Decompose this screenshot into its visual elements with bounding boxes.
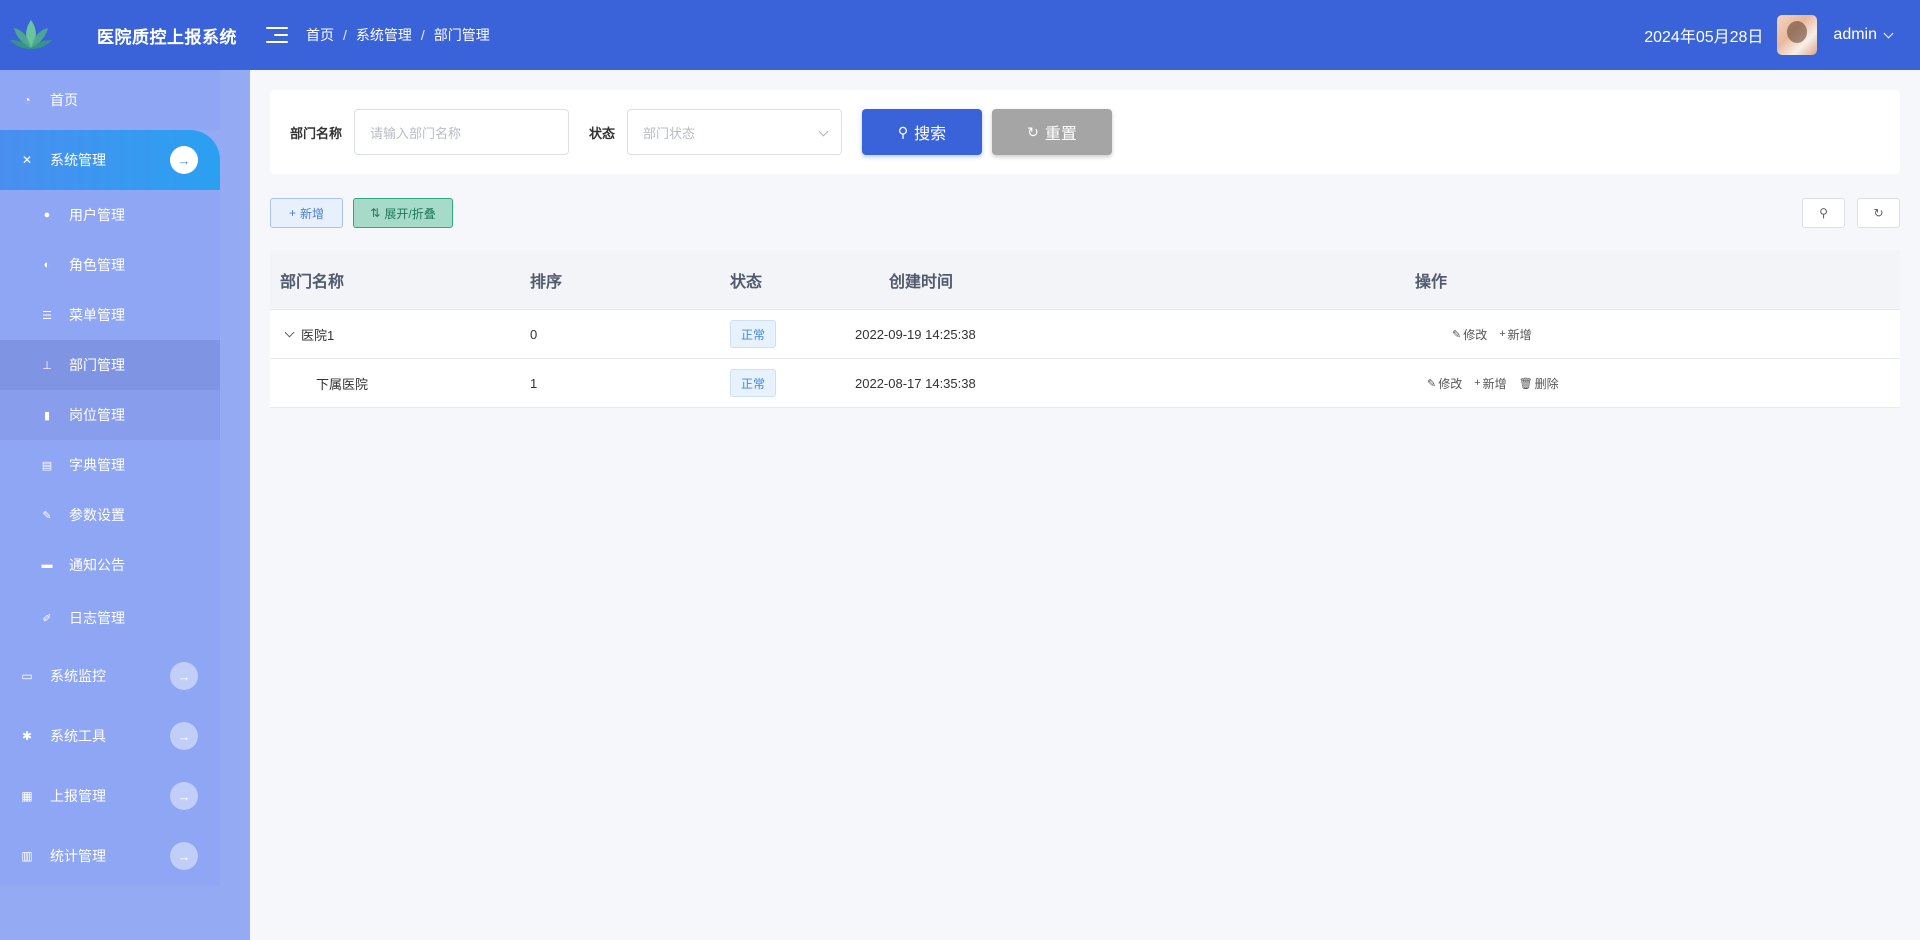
breadcrumb-system[interactable]: 系统管理 — [356, 25, 412, 45]
sort-icon: ⇅ — [370, 206, 381, 220]
sidebar-item-home[interactable]: ◔ 首页 — [0, 70, 220, 130]
col-created: 创建时间 — [889, 273, 954, 291]
dept-order: 1 — [530, 375, 538, 391]
arrow-right-icon: → — [170, 662, 198, 690]
breadcrumb-home[interactable]: 首页 — [306, 25, 334, 45]
user-icon: ● — [43, 209, 51, 221]
logo[interactable]: 医院质控上报系统 — [0, 0, 250, 70]
sidebar-subitem-dict[interactable]: ▤ 字典管理 — [0, 440, 220, 490]
top-navbar: 医院质控上报系统 首页 / 系统管理 / 部门管理 2024年05月28日 ad… — [0, 0, 1920, 70]
sidebar-subitem-menu[interactable]: ☰ 菜单管理 — [0, 290, 220, 340]
sidebar-item-report[interactable]: ▦ 上报管理 → — [0, 766, 220, 826]
status-badge: 正常 — [730, 369, 776, 397]
sidebar-subitem-post[interactable]: ▮ 岗位管理 — [0, 390, 220, 440]
peoples-icon: ◐ — [43, 259, 51, 271]
user-dropdown[interactable]: admin — [1833, 26, 1894, 44]
sidebar-subitem-dept[interactable]: ⊥ 部门管理 — [0, 340, 220, 390]
sidebar-subitem-role[interactable]: ◐ 角色管理 — [0, 240, 220, 290]
sidebar-item-stats[interactable]: ▥ 统计管理 → — [0, 826, 220, 886]
main-content: 部门名称 请输入部门名称 状态 部门状态 ⚲ 搜索 ↻ 重置 + 新增 ⇅ 展开… — [250, 70, 1920, 940]
refresh-button[interactable]: ↻ — [1857, 198, 1900, 228]
current-date: 2024年05月28日 — [1644, 29, 1764, 46]
dept-table: 部门名称 排序 状态 创建时间 操作 医院1 0 正常 2022-09-19 1… — [270, 250, 1900, 408]
chevron-down-icon — [1883, 28, 1894, 38]
sidebar-item-monitor[interactable]: ▭ 系统监控 → — [0, 646, 220, 706]
created-time: 2022-09-19 14:25:38 — [855, 326, 976, 342]
refresh-icon: ↻ — [1873, 206, 1884, 220]
add-child-button[interactable]: + 新增 — [1474, 375, 1506, 392]
col-status: 状态 — [730, 273, 763, 291]
expand-collapse-button[interactable]: ⇅ 展开/折叠 — [353, 198, 453, 228]
dept-order: 0 — [530, 326, 538, 342]
chevron-down-icon[interactable] — [284, 327, 295, 337]
dept-name-input[interactable]: 请输入部门名称 — [354, 109, 570, 155]
avatar[interactable] — [1777, 15, 1818, 55]
col-order: 排序 — [530, 273, 563, 291]
system-icon: ✕ — [21, 153, 33, 167]
created-time: 2022-08-17 14:35:38 — [855, 375, 976, 391]
post-icon: ▮ — [43, 409, 51, 422]
chevron-down-icon — [818, 126, 829, 137]
plus-icon: + — [1474, 377, 1481, 389]
arrow-right-icon: → — [170, 146, 198, 174]
arrow-right-icon: → — [170, 722, 198, 750]
lotus-logo-icon — [10, 20, 52, 49]
status-label: 状态 — [589, 125, 616, 141]
app-title: 医院质控上报系统 — [97, 27, 237, 47]
search-button[interactable]: ⚲ 搜索 — [862, 109, 983, 155]
dept-name: 下属医院 — [316, 376, 369, 392]
status-badge: 正常 — [730, 320, 776, 348]
search-icon: ⚲ — [897, 123, 909, 140]
edit-icon: ✎ — [1427, 377, 1437, 390]
chart-icon: ▥ — [21, 849, 33, 863]
edit-button[interactable]: ✎ 修改 — [1452, 326, 1487, 343]
monitor-icon: ▭ — [21, 669, 33, 683]
table-row: 下属医院 1 正常 2022-08-17 14:35:38 ✎ 修改 + 新增 🗑 删… — [270, 359, 1900, 408]
toggle-search-button[interactable]: ⚲ — [1802, 198, 1845, 228]
sidebar-subitem-log[interactable]: ✐ 日志管理 — [0, 590, 220, 646]
dict-icon: ▤ — [41, 459, 53, 472]
search-icon: ⚲ — [1819, 206, 1828, 220]
arrow-right-icon: → — [170, 782, 198, 810]
tree-icon: ⊥ — [42, 359, 52, 372]
col-actions: 操作 — [1415, 273, 1448, 291]
dept-name: 医院1 — [301, 327, 335, 343]
delete-button[interactable]: 🗑 删除 — [1519, 375, 1559, 392]
trash-icon: 🗑 — [1518, 377, 1533, 390]
message-icon: ▬ — [41, 559, 53, 571]
tree-table-icon: ☰ — [42, 309, 52, 322]
log-icon: ✐ — [42, 612, 52, 625]
sidebar-item-tool[interactable]: ✱ 系统工具 → — [0, 706, 220, 766]
sidebar-item-system[interactable]: ✕ 系统管理 → — [0, 130, 220, 190]
table-row: 医院1 0 正常 2022-09-19 14:25:38 ✎ 修改 + 新增 — [270, 310, 1900, 359]
status-select[interactable]: 部门状态 — [627, 109, 843, 155]
add-child-button[interactable]: + 新增 — [1499, 326, 1531, 343]
table-icon: ▦ — [21, 789, 33, 803]
username: admin — [1833, 26, 1877, 43]
col-dept-name: 部门名称 — [280, 273, 345, 291]
add-button[interactable]: + 新增 — [270, 198, 343, 228]
bug-icon: ✱ — [21, 729, 33, 743]
dashboard-icon: ◔ — [23, 93, 31, 107]
refresh-icon: ↻ — [1027, 123, 1039, 140]
search-form: 部门名称 请输入部门名称 状态 部门状态 ⚲ 搜索 ↻ 重置 — [270, 90, 1900, 174]
sidebar-subitem-notice[interactable]: ▬ 通知公告 — [0, 540, 220, 590]
sidebar-subitem-user[interactable]: ● 用户管理 — [0, 190, 220, 240]
breadcrumb: 首页 / 系统管理 / 部门管理 — [306, 25, 490, 45]
sidebar: ◔ 首页 ✕ 系统管理 → ● 用户管理 ◐ 角色管理 ☰ 菜单管理 ⊥ 部门管… — [0, 70, 250, 940]
breadcrumb-current: 部门管理 — [433, 27, 490, 43]
dept-name-label: 部门名称 — [290, 125, 343, 141]
reset-button[interactable]: ↻ 重置 — [992, 109, 1113, 155]
edit-icon: ✎ — [42, 509, 52, 522]
table-header: 部门名称 排序 状态 创建时间 操作 — [270, 250, 1900, 310]
sidebar-subitem-config[interactable]: ✎ 参数设置 — [0, 490, 220, 540]
edit-button[interactable]: ✎ 修改 — [1427, 375, 1462, 392]
table-toolbar: + 新增 ⇅ 展开/折叠 ⚲ ↻ — [270, 198, 1900, 228]
plus-icon: + — [1499, 328, 1506, 340]
edit-icon: ✎ — [1452, 328, 1462, 341]
arrow-right-icon: → — [170, 842, 198, 870]
plus-icon: + — [288, 206, 296, 220]
hamburger-menu-icon[interactable] — [266, 25, 288, 45]
